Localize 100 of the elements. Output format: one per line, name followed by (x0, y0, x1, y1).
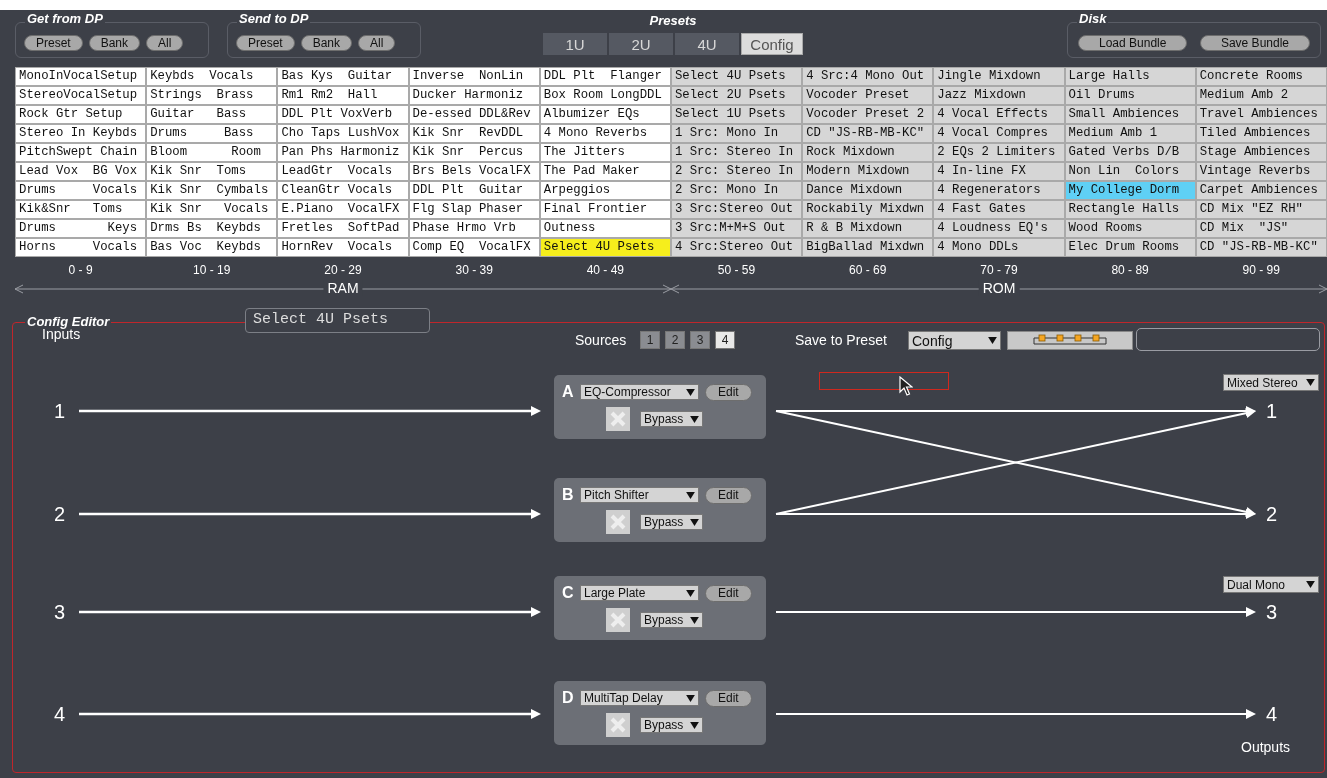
preset-tab[interactable]: 4U (675, 33, 739, 55)
preset-cell[interactable]: R & B Mixdown (802, 219, 934, 238)
preset-cell[interactable]: Select 4U Psets (539, 238, 671, 257)
pill-button[interactable]: All (146, 35, 184, 51)
preset-cell[interactable]: PitchSwept Chain (15, 143, 147, 162)
effect-dropdown[interactable]: Large Plate (580, 585, 699, 601)
preset-cell[interactable]: 4 Loudness EQ's (933, 219, 1065, 238)
preset-cell[interactable]: Comp EQ VocalFX (408, 238, 540, 257)
preset-cell[interactable]: Concrete Rooms (1195, 67, 1327, 86)
preset-cell[interactable]: Stage Ambiences (1195, 143, 1327, 162)
preset-cell[interactable]: Ducker Harmoniz (408, 86, 540, 105)
preset-cell[interactable]: Outness (539, 219, 671, 238)
preset-cell[interactable]: 2 Src: Mono In (670, 181, 803, 200)
preset-cell[interactable]: DDL Plt Flanger (539, 67, 671, 86)
edit-button[interactable]: Edit (705, 486, 752, 504)
text-field[interactable] (1136, 328, 1320, 351)
preset-cell[interactable]: Large Halls (1064, 67, 1196, 86)
preset-cell[interactable]: 3 Src:Stereo Out (670, 200, 803, 219)
preset-cell[interactable]: Rectangle Halls (1064, 200, 1196, 219)
preset-cell[interactable]: Travel Ambiences (1195, 105, 1327, 124)
preset-cell[interactable]: MonoInVocalSetup (15, 67, 147, 86)
preset-cell[interactable]: Drums Bass (146, 124, 278, 143)
preset-cell[interactable]: Cho Taps LushVox (277, 124, 409, 143)
preset-cell[interactable]: 4 Src:Stereo Out (670, 238, 803, 257)
source-count-button[interactable]: 1 (640, 331, 660, 349)
preset-cell[interactable]: LeadGtr Vocals (277, 162, 409, 181)
bypass-dropdown[interactable]: Bypass (640, 612, 703, 628)
routing-button[interactable] (1007, 331, 1133, 350)
preset-cell[interactable]: Bas Kys Guitar (277, 67, 409, 86)
preset-cell[interactable]: Box Room LongDDL (539, 86, 671, 105)
preset-cell[interactable]: Rock Gtr Setup (15, 105, 147, 124)
preset-cell[interactable]: Modern Mixdown (802, 162, 934, 181)
preset-cell[interactable]: Brs Bels VocalFX (408, 162, 540, 181)
preset-cell[interactable]: Kik&Snr Toms (15, 200, 147, 219)
source-count-button[interactable]: 2 (665, 331, 685, 349)
output-mode-dropdown[interactable]: Dual Mono (1223, 576, 1319, 593)
preset-cell[interactable]: 1 Src: Mono In (670, 124, 803, 143)
preset-cell[interactable]: 2 Src: Stereo In (670, 162, 803, 181)
preset-cell[interactable]: DDL Plt Guitar (408, 181, 540, 200)
edit-button[interactable]: Edit (705, 584, 752, 602)
preset-cell[interactable]: 4 Regenerators (933, 181, 1065, 200)
preset-cell[interactable]: CD Mix "JS" (1195, 219, 1327, 238)
preset-cell[interactable]: Kik Snr Cymbals (146, 181, 278, 200)
preset-cell[interactable]: Small Ambiences (1064, 105, 1196, 124)
output-mode-dropdown[interactable]: Mixed Stereo (1223, 374, 1319, 391)
preset-cell[interactable]: Jingle Mixdown (933, 67, 1065, 86)
preset-cell[interactable]: Pan Phs Harmoniz (277, 143, 409, 162)
preset-cell[interactable]: Non Lin Colors (1064, 162, 1196, 181)
preset-cell[interactable]: 4 Src:4 Mono Out (802, 67, 934, 86)
preset-cell[interactable]: Tiled Ambiences (1195, 124, 1327, 143)
preset-cell[interactable]: 4 Fast Gates (933, 200, 1065, 219)
preset-cell[interactable]: Select 1U Psets (670, 105, 803, 124)
preset-cell[interactable]: My College Dorm (1064, 181, 1196, 200)
preset-cell[interactable]: Vocoder Preset (802, 86, 934, 105)
preset-cell[interactable]: CD Mix "EZ RH" (1195, 200, 1327, 219)
preset-cell[interactable]: Rm1 Rm2 Hall (277, 86, 409, 105)
preset-cell[interactable]: Bas Voc Keybds (146, 238, 278, 257)
preset-cell[interactable]: Drums Vocals (15, 181, 147, 200)
preset-cell[interactable]: Horns Vocals (15, 238, 147, 257)
preset-cell[interactable]: 4 Mono Reverbs (539, 124, 671, 143)
preset-cell[interactable]: Medium Amb 1 (1064, 124, 1196, 143)
preset-cell[interactable]: Select 4U Psets (670, 67, 803, 86)
preset-cell[interactable]: Keybds Vocals (146, 67, 278, 86)
preset-cell[interactable]: BigBallad Mixdwn (802, 238, 934, 257)
config-name-field[interactable]: Select 4U Psets (245, 308, 430, 333)
preset-tab[interactable]: 2U (609, 33, 673, 55)
preset-cell[interactable]: Stereo In Keybds (15, 124, 147, 143)
preset-tab[interactable]: 1U (543, 33, 607, 55)
preset-cell[interactable]: Fretles SoftPad (277, 219, 409, 238)
pill-button[interactable]: Load Bundle (1078, 35, 1188, 51)
preset-cell[interactable]: Albumizer EQs (539, 105, 671, 124)
preset-cell[interactable]: HornRev Vocals (277, 238, 409, 257)
preset-cell[interactable]: 4 Vocal Compres (933, 124, 1065, 143)
effect-dropdown[interactable]: MultiTap Delay (580, 690, 699, 706)
pill-button[interactable]: Preset (236, 35, 295, 51)
effect-dropdown[interactable]: EQ-Compressor (580, 384, 699, 400)
preset-cell[interactable]: Flg Slap Phaser (408, 200, 540, 219)
bypass-dropdown[interactable]: Bypass (640, 717, 703, 733)
pill-button[interactable]: Bank (300, 35, 353, 51)
preset-cell[interactable]: Arpeggios (539, 181, 671, 200)
edit-button[interactable]: Edit (705, 689, 752, 707)
close-icon[interactable] (606, 608, 630, 632)
preset-cell[interactable]: 3 Src:M+M+S Out (670, 219, 803, 238)
preset-cell[interactable]: Wood Rooms (1064, 219, 1196, 238)
preset-cell[interactable]: Strings Brass (146, 86, 278, 105)
preset-cell[interactable]: StereoVocalSetup (15, 86, 147, 105)
preset-cell[interactable]: CD "JS-RB-MB-KC" (802, 124, 934, 143)
preset-cell[interactable]: Drums Keys (15, 219, 147, 238)
pill-button[interactable]: All (358, 35, 396, 51)
preset-cell[interactable]: 2 EQs 2 Limiters (933, 143, 1065, 162)
preset-cell[interactable]: Jazz Mixdown (933, 86, 1065, 105)
preset-cell[interactable]: Phase Hrmo Vrb (408, 219, 540, 238)
preset-cell[interactable]: Inverse NonLin (408, 67, 540, 86)
save-target-dropdown[interactable]: Config (908, 331, 1001, 350)
effect-dropdown[interactable]: Pitch Shifter (580, 487, 699, 503)
preset-cell[interactable]: Lead Vox BG Vox (15, 162, 147, 181)
close-icon[interactable] (606, 713, 630, 737)
pill-button[interactable]: Preset (24, 35, 83, 51)
bypass-dropdown[interactable]: Bypass (640, 411, 703, 427)
preset-cell[interactable]: Gated Verbs D/B (1064, 143, 1196, 162)
